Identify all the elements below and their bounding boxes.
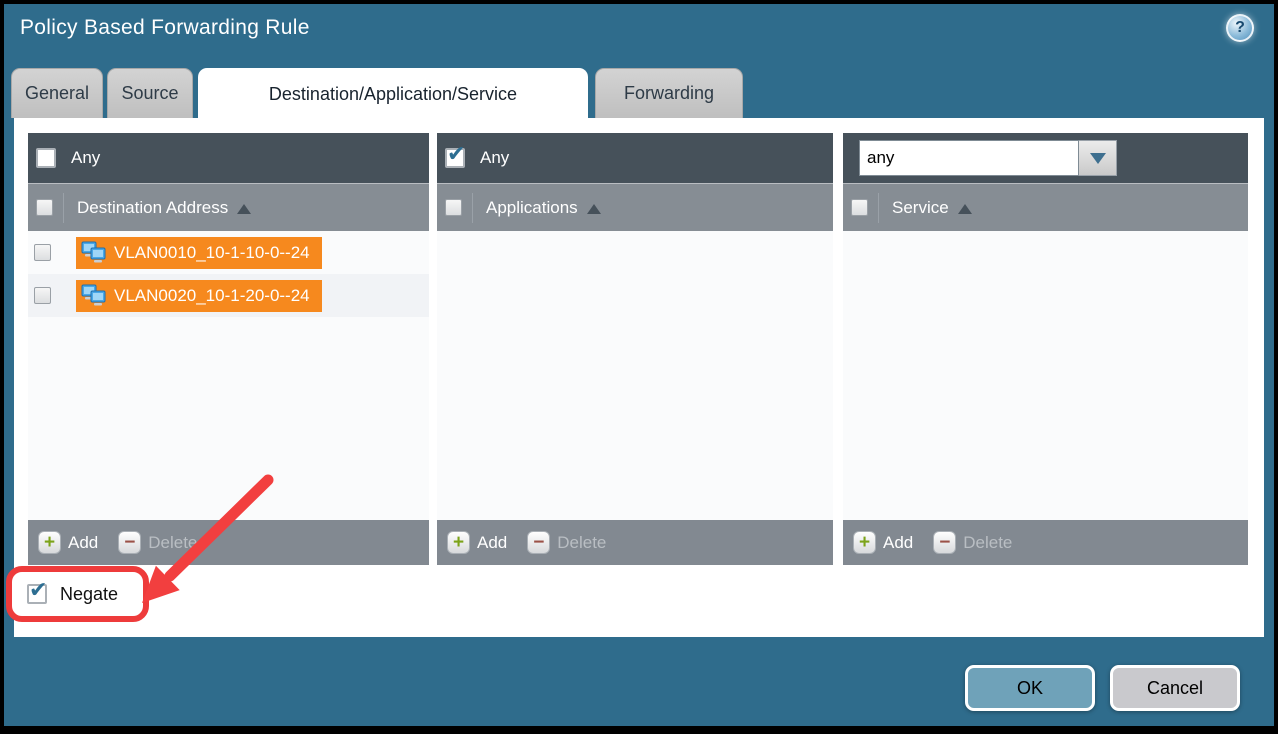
add-button[interactable]: Add	[68, 533, 98, 553]
dialog-title: Policy Based Forwarding Rule	[20, 16, 310, 40]
applications-any-label: Any	[480, 148, 509, 168]
negate-checkbox[interactable]: ✔	[27, 584, 47, 604]
applications-list	[437, 231, 833, 520]
destination-any-checkbox[interactable]: ✔	[36, 148, 56, 168]
destination-address-header-label: Destination Address	[77, 198, 228, 218]
header-separator	[63, 193, 64, 223]
applications-any-checkbox[interactable]: ✔	[445, 148, 465, 168]
add-icon[interactable]: +	[38, 531, 61, 554]
applications-select-all-checkbox[interactable]	[445, 199, 462, 216]
help-glyph: ?	[1235, 19, 1245, 37]
delete-button[interactable]: Delete	[963, 533, 1012, 553]
network-address-icon	[81, 284, 107, 307]
list-item[interactable]: VLAN0020_10-1-20-0--24	[28, 274, 429, 317]
check-icon: ✔	[447, 141, 465, 167]
destination-select-all-checkbox[interactable]	[36, 199, 53, 216]
delete-icon[interactable]: −	[933, 531, 956, 554]
applications-column: ✔ Any Applications + Add − Delete	[437, 133, 833, 565]
chevron-down-icon	[1090, 153, 1106, 172]
tab-forwarding[interactable]: Forwarding	[595, 68, 743, 118]
negate-label: Negate	[60, 584, 118, 605]
service-dropdown[interactable]: any	[859, 140, 1117, 176]
address-object-chip[interactable]: VLAN0010_10-1-10-0--24	[76, 237, 322, 269]
tab-general[interactable]: General	[11, 68, 103, 118]
service-select-all-checkbox[interactable]	[851, 199, 868, 216]
destination-any-label: Any	[71, 148, 100, 168]
pbf-rule-dialog: Policy Based Forwarding Rule ? General S…	[0, 0, 1278, 734]
applications-footer: + Add − Delete	[437, 520, 833, 565]
tab-destination-application-service[interactable]: Destination/Application/Service	[198, 68, 588, 120]
destination-address-header[interactable]: Destination Address	[28, 183, 429, 231]
add-button[interactable]: Add	[477, 533, 507, 553]
address-object-label: VLAN0010_10-1-10-0--24	[114, 243, 310, 263]
applications-header-label: Applications	[486, 198, 578, 218]
address-object-chip[interactable]: VLAN0020_10-1-20-0--24	[76, 280, 322, 312]
annotation-arrow	[128, 455, 298, 625]
service-header-label: Service	[892, 198, 949, 218]
service-column: any Service + Add − Delete	[843, 133, 1248, 565]
add-button[interactable]: Add	[883, 533, 913, 553]
address-object-label: VLAN0020_10-1-20-0--24	[114, 286, 310, 306]
service-header[interactable]: Service	[843, 183, 1248, 231]
service-any-bar: any	[843, 133, 1248, 183]
help-icon[interactable]: ?	[1226, 14, 1254, 42]
applications-any-bar: ✔ Any	[437, 133, 833, 183]
sort-ascending-icon	[958, 197, 972, 214]
sort-ascending-icon	[587, 197, 601, 214]
network-address-icon	[81, 241, 107, 264]
row-checkbox[interactable]	[34, 287, 51, 304]
tab-source[interactable]: Source	[107, 68, 193, 118]
destination-any-bar: ✔ Any	[28, 133, 429, 183]
applications-header[interactable]: Applications	[437, 183, 833, 231]
sort-ascending-icon	[237, 197, 251, 214]
service-list	[843, 231, 1248, 520]
delete-button[interactable]: Delete	[557, 533, 606, 553]
header-separator	[472, 193, 473, 223]
dropdown-button[interactable]	[1079, 140, 1117, 176]
list-item[interactable]: VLAN0010_10-1-10-0--24	[28, 231, 429, 274]
check-icon: ✔	[29, 577, 47, 603]
delete-icon[interactable]: −	[527, 531, 550, 554]
ok-button[interactable]: OK	[965, 665, 1095, 711]
add-icon[interactable]: +	[853, 531, 876, 554]
row-checkbox[interactable]	[34, 244, 51, 261]
header-separator	[878, 193, 879, 223]
add-icon[interactable]: +	[447, 531, 470, 554]
service-dropdown-value[interactable]: any	[859, 140, 1079, 176]
cancel-button[interactable]: Cancel	[1110, 665, 1240, 711]
service-footer: + Add − Delete	[843, 520, 1248, 565]
